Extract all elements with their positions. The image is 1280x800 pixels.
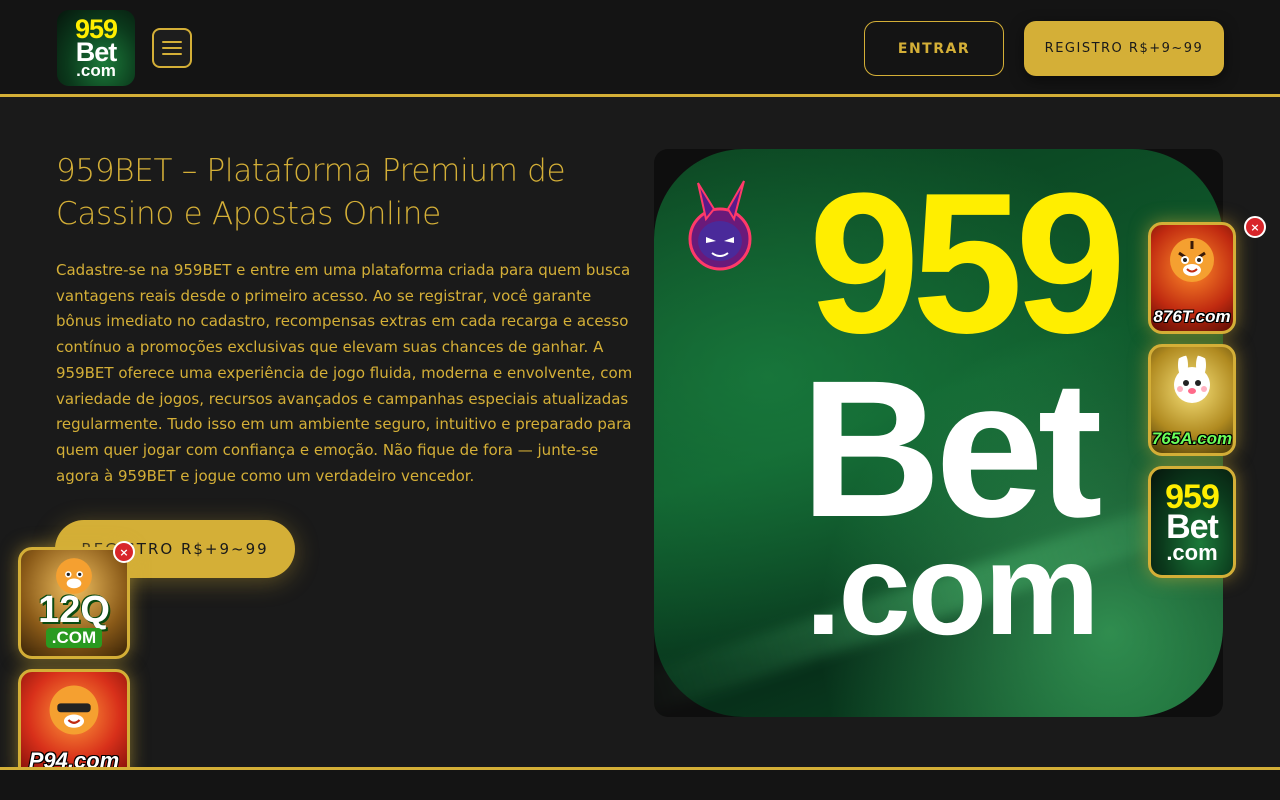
login-button[interactable]: ENTRAR — [864, 21, 1004, 76]
ad-765a-banner[interactable]: 765A.com — [1148, 344, 1236, 456]
register-button[interactable]: REGISTRO R$+9~99 — [1024, 21, 1224, 76]
ad-765a-label: 765A.com — [1151, 429, 1233, 448]
ad-876t-label: 876T.com — [1153, 307, 1231, 326]
hero-title: 959BET – Plataforma Premium de Cassino e… — [56, 153, 566, 232]
hero-brand-image: 959 Bet .com — [654, 149, 1223, 717]
site-footer — [0, 770, 1280, 800]
ad-959bet-banner[interactable]: 959 Bet .com — [1148, 466, 1236, 578]
ad-12q-banner[interactable]: 12Q .COM — [18, 547, 130, 659]
ad-p94-banner[interactable]: P94.com — [18, 669, 130, 781]
ad-12q-line-2: .COM — [45, 628, 103, 648]
hamburger-icon — [162, 47, 182, 49]
close-ad-button[interactable]: × — [113, 541, 135, 563]
tiger-mascot-icon — [1170, 238, 1214, 282]
hero-image-line-3: .com — [805, 516, 1099, 662]
site-header: 959 Bet .com ENTRAR REGISTRO R$+9~99 — [0, 0, 1280, 97]
hamburger-icon — [162, 41, 182, 43]
hamburger-menu-button[interactable] — [152, 28, 192, 68]
hero-image-line-1: 959 — [808, 152, 1127, 375]
rabbit-mascot-icon — [1174, 355, 1210, 403]
site-logo[interactable]: 959 Bet .com — [57, 10, 135, 86]
logo-line-3: .com — [76, 60, 116, 80]
ad-959-line-3: .com — [1166, 539, 1218, 565]
tiger-mascot-icon — [49, 685, 99, 735]
close-ad-button[interactable]: × — [1244, 216, 1266, 238]
tiger-mascot-icon — [56, 558, 92, 594]
ad-876t-banner[interactable]: 876T.com — [1148, 222, 1236, 334]
hero-description: Cadastre-se na 959BET e entre em uma pla… — [56, 261, 633, 485]
ad-959-line-2: Bet — [1166, 508, 1219, 547]
hamburger-icon — [162, 53, 182, 55]
